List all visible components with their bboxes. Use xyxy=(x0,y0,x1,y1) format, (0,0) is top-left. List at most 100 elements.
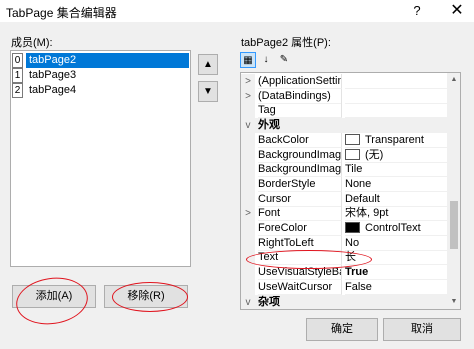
property-value[interactable]: (无) xyxy=(345,148,447,163)
annotation-circle-add xyxy=(13,273,91,329)
move-up-button[interactable]: ▲ xyxy=(198,54,218,75)
property-row[interactable]: > (DataBindings) xyxy=(241,88,447,104)
property-row[interactable]: BackColor Transparent xyxy=(241,132,447,148)
property-category[interactable]: v 杂项 xyxy=(241,294,447,309)
color-swatch xyxy=(345,222,360,233)
property-row[interactable]: BackgroundImage (无) xyxy=(241,147,447,163)
property-pages-icon[interactable]: ✎ xyxy=(276,52,292,68)
alphabetical-icon[interactable]: ↓ xyxy=(258,52,274,68)
list-item-index: 0 xyxy=(12,53,23,68)
property-value[interactable] xyxy=(345,74,447,89)
property-row[interactable]: BackgroundImage Tile xyxy=(241,162,447,178)
property-value[interactable] xyxy=(345,103,447,119)
row-margin xyxy=(241,176,255,192)
scroll-up-icon[interactable]: ▲ xyxy=(447,73,460,87)
categorized-icon[interactable]: ▦ xyxy=(240,52,256,68)
property-value[interactable]: Default xyxy=(345,192,447,207)
property-row[interactable]: RightToLeft No xyxy=(241,235,447,251)
properties-label: tabPage2 属性(P): xyxy=(241,37,331,49)
row-margin xyxy=(241,132,255,148)
row-margin xyxy=(241,221,255,236)
property-name: Cursor xyxy=(258,191,342,207)
property-value-text: 宋体, 9pt xyxy=(345,207,389,220)
cancel-button[interactable]: 取消 xyxy=(383,318,461,341)
property-value[interactable]: Tile xyxy=(345,162,447,178)
close-icon[interactable]: ✕ xyxy=(444,1,470,21)
property-value[interactable]: 宋体, 9pt xyxy=(345,206,447,222)
list-item[interactable]: 1 tabPage3 xyxy=(12,68,189,83)
property-name: (ApplicationSettin xyxy=(258,74,342,89)
property-value-text: False xyxy=(345,280,372,293)
help-icon[interactable]: ? xyxy=(404,1,430,21)
expand-icon[interactable]: > xyxy=(241,88,255,104)
property-row[interactable]: UseWaitCursor False xyxy=(241,279,447,295)
arrow-down-icon: ▼ xyxy=(203,86,213,97)
members-label: 成员(M): xyxy=(11,37,53,49)
move-down-button[interactable]: ▼ xyxy=(198,81,218,102)
property-row[interactable]: > (ApplicationSettin xyxy=(241,74,447,89)
property-grid[interactable]: > (ApplicationSettin > (DataBindings) Tag v 外观… xyxy=(240,72,461,310)
row-margin xyxy=(241,162,255,178)
list-item-label: tabPage3 xyxy=(29,69,77,81)
property-value-text: Tile xyxy=(345,163,363,176)
property-name: BackColor xyxy=(258,132,342,148)
property-value-text: ControlText xyxy=(365,222,421,234)
property-row[interactable]: Cursor Default xyxy=(241,191,447,207)
property-category[interactable]: v 外观 xyxy=(241,118,447,134)
property-row[interactable]: > Font 宋体, 9pt xyxy=(241,206,447,222)
annotation-circle-text xyxy=(246,250,372,269)
row-margin xyxy=(241,103,255,119)
annotation-circle-remove xyxy=(112,282,188,312)
property-grid-scrollbar[interactable]: ▲ ▼ xyxy=(447,73,460,309)
color-swatch xyxy=(345,133,360,145)
property-toolbar: ▦ ↓ ✎ xyxy=(240,52,294,70)
property-name: Font xyxy=(258,206,342,222)
property-name: 外观 xyxy=(258,119,280,132)
property-value[interactable]: ControlText xyxy=(345,221,447,236)
property-value-text: None xyxy=(345,177,372,190)
property-name: 杂项 xyxy=(258,295,280,308)
list-item-label: tabPage2 xyxy=(26,53,189,68)
members-list[interactable]: 0 tabPage2 1 tabPage3 2 tabPage4 xyxy=(10,50,191,267)
property-value-text: True xyxy=(345,266,369,279)
arrow-up-icon: ▲ xyxy=(203,59,213,70)
scroll-down-icon[interactable]: ▼ xyxy=(447,295,460,309)
scroll-thumb[interactable] xyxy=(450,201,458,249)
property-name: RightToLeft xyxy=(258,235,342,251)
property-value[interactable]: True xyxy=(345,265,447,281)
property-value-text: Transparent xyxy=(365,133,424,146)
property-name: BorderStyle xyxy=(258,176,342,192)
property-name: UseWaitCursor xyxy=(258,279,342,295)
property-value-text: Default xyxy=(345,192,380,205)
row-margin xyxy=(241,279,255,295)
expand-icon[interactable]: > xyxy=(241,74,255,89)
expand-icon[interactable]: > xyxy=(241,206,255,222)
color-swatch xyxy=(345,148,360,160)
property-value[interactable] xyxy=(345,89,447,104)
collapse-icon[interactable]: v xyxy=(241,118,255,134)
property-name: BackgroundImage xyxy=(258,147,342,163)
list-item[interactable]: 2 tabPage4 xyxy=(12,83,189,98)
row-margin xyxy=(241,147,255,163)
property-value[interactable]: No xyxy=(345,236,447,251)
row-margin xyxy=(241,235,255,251)
ok-button[interactable]: 确定 xyxy=(306,318,378,341)
list-item-index: 1 xyxy=(12,68,23,83)
collapse-icon[interactable]: v xyxy=(241,294,255,309)
property-value[interactable]: False xyxy=(345,280,447,295)
property-value[interactable]: Transparent xyxy=(345,133,447,148)
property-value-text: No xyxy=(345,236,360,249)
property-row[interactable]: BorderStyle None xyxy=(241,176,447,192)
property-row[interactable]: Tag xyxy=(241,103,447,119)
row-margin xyxy=(241,265,255,281)
property-row[interactable]: ForeColor ControlText xyxy=(241,221,447,236)
property-name: BackgroundImage xyxy=(258,162,342,178)
property-name: ForeColor xyxy=(258,221,342,236)
property-value[interactable]: None xyxy=(345,177,447,192)
row-margin xyxy=(241,191,255,207)
property-name: (DataBindings) xyxy=(258,88,342,104)
property-name: Tag xyxy=(258,103,342,119)
window-title: TabPage 集合编辑器 xyxy=(6,6,117,20)
list-item[interactable]: 0 tabPage2 xyxy=(12,53,189,68)
list-item-index: 2 xyxy=(12,83,23,98)
